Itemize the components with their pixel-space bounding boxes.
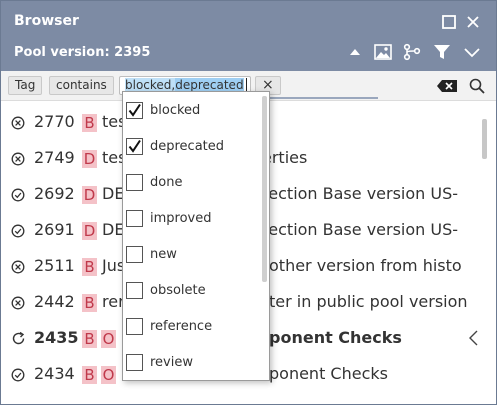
dropdown-scrollbar-thumb[interactable]	[262, 96, 267, 282]
image-icon[interactable]	[372, 42, 394, 62]
tag-option-label: improved	[150, 211, 212, 226]
tag-badge: D	[82, 186, 97, 204]
item-id: 2692	[34, 184, 75, 203]
item-title-rest: other version from histo	[269, 256, 462, 275]
item-id: 2434	[34, 364, 75, 383]
filter-operator-chip[interactable]: contains	[49, 76, 114, 95]
window-title: Browser	[14, 13, 79, 29]
tag-badge: D	[82, 222, 97, 240]
backspace-clear-icon[interactable]	[435, 77, 459, 95]
filter-value-part2: deprecated	[175, 78, 244, 92]
maximize-icon[interactable]	[440, 13, 458, 31]
tag-badge: B	[82, 258, 97, 276]
browser-window: Browser Pool version: 2395 Tag contains …	[0, 0, 497, 405]
close-icon[interactable]	[464, 13, 482, 31]
chevron-down-icon[interactable]	[461, 43, 483, 63]
tag-option-obsolete[interactable]: obsolete	[123, 273, 260, 309]
status-sync-icon	[11, 331, 26, 350]
tag-badge: D	[82, 150, 97, 168]
tag-option-blocked[interactable]: blocked	[123, 93, 260, 129]
item-id: 2442	[34, 292, 75, 311]
checkbox[interactable]	[126, 318, 143, 335]
item-title-rest: tection Base version US-	[262, 220, 459, 239]
status-blocked-icon	[11, 151, 25, 170]
checkbox[interactable]	[126, 354, 143, 371]
tag-option-deprecated[interactable]: deprecated	[123, 129, 260, 165]
tag-badge: B	[82, 294, 97, 312]
item-id: 2770	[34, 112, 75, 131]
tag-option-label: review	[150, 355, 193, 370]
item-id: 2749	[34, 148, 75, 167]
tag-option-label: done	[150, 175, 183, 190]
status-blocked-icon	[11, 295, 25, 314]
filter-value-part1: blocked,	[125, 78, 176, 92]
tag-option-label: reference	[150, 319, 213, 334]
tag-badge: O	[101, 366, 116, 384]
tag-option-improved[interactable]: improved	[123, 201, 260, 237]
chevron-left-icon[interactable]	[467, 330, 479, 350]
filter-icon[interactable]	[431, 42, 453, 62]
list-scrollbar-thumb[interactable]	[482, 119, 487, 159]
checkbox[interactable]	[126, 102, 143, 119]
tag-dropdown: blocked deprecated done improved new obs…	[122, 91, 270, 381]
text-caret	[245, 78, 247, 91]
pool-version: Pool version: 2395	[14, 45, 151, 60]
tag-badge: B	[82, 366, 97, 384]
item-id: 2435	[34, 328, 79, 347]
item-title-rest: ponent Checks	[269, 328, 402, 347]
search-icon[interactable]	[467, 77, 487, 95]
tag-option-label: new	[150, 247, 177, 262]
status-done-icon	[11, 223, 25, 242]
branch-icon[interactable]	[401, 42, 423, 62]
browser-header: Browser Pool version: 2395	[1, 1, 496, 71]
item-title-rest: ponent Checks	[269, 364, 388, 383]
tag-option-label: obsolete	[150, 283, 206, 298]
item-title-rest: ter in public pool version	[269, 292, 468, 311]
tag-option-reference[interactable]: reference	[123, 309, 260, 345]
filter-field-chip[interactable]: Tag	[8, 76, 43, 95]
tag-option-label: blocked	[150, 103, 201, 118]
checkbox[interactable]	[126, 138, 143, 155]
tag-option-label: deprecated	[150, 139, 225, 154]
checkbox[interactable]	[126, 282, 143, 299]
checkbox[interactable]	[126, 174, 143, 191]
item-id: 2511	[34, 256, 75, 275]
tag-badge: O	[101, 330, 116, 348]
status-done-icon	[11, 187, 25, 206]
tag-option-review[interactable]: review	[123, 345, 260, 380]
item-id: 2691	[34, 220, 75, 239]
item-title-rest: tection Base version US-	[262, 184, 459, 203]
tag-badge: B	[82, 114, 97, 132]
status-done-icon	[11, 367, 25, 386]
tag-option-new[interactable]: new	[123, 237, 260, 273]
sort-up-icon[interactable]	[346, 43, 364, 61]
tag-badge: B	[82, 330, 97, 348]
status-blocked-icon	[11, 115, 25, 134]
checkbox[interactable]	[126, 246, 143, 263]
tag-option-done[interactable]: done	[123, 165, 260, 201]
checkbox[interactable]	[126, 210, 143, 227]
status-blocked-icon	[11, 259, 25, 278]
